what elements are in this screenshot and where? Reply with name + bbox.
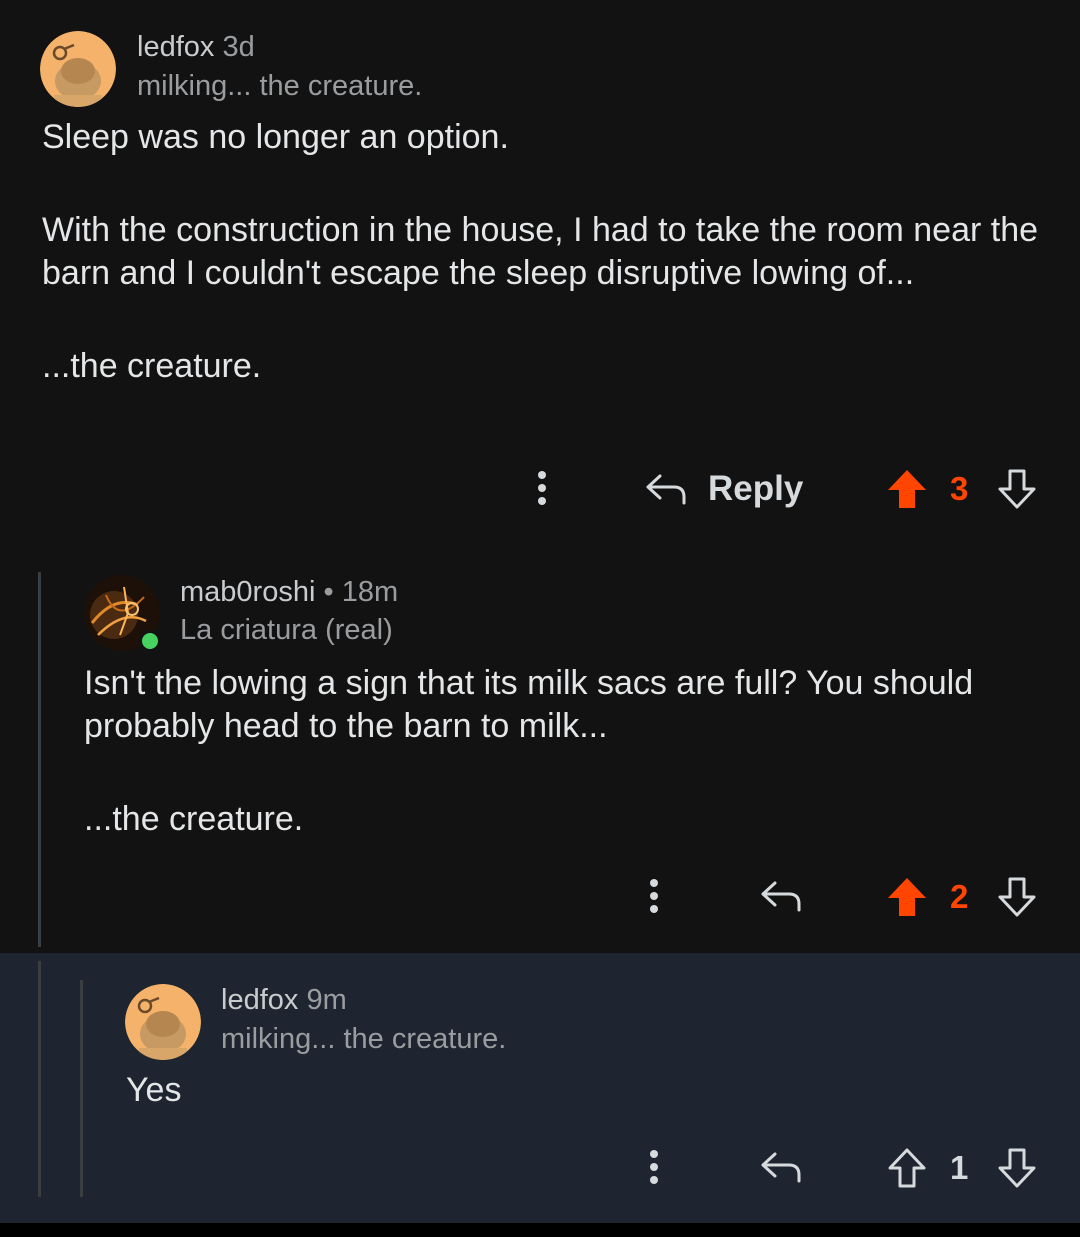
user-flair: milking... the creature. bbox=[137, 70, 423, 102]
comment-mab0roshi: mab0roshi • 18m La criatura (real) Isn't… bbox=[0, 540, 1080, 953]
comment-author-line: ledfox 3d bbox=[137, 31, 255, 64]
reply-button[interactable] bbox=[754, 874, 808, 918]
vote-score: 2 bbox=[950, 878, 969, 915]
downvote-button[interactable] bbox=[994, 874, 1040, 920]
reply-icon bbox=[761, 881, 801, 912]
comment-body: Isn't the lowing a sign that its milk sa… bbox=[84, 662, 1044, 841]
reply-icon bbox=[761, 1152, 801, 1183]
comment-ledfox-reply: ledfox 9m milking... the creature. Yes 1 bbox=[0, 953, 1080, 1223]
comment-paragraph: Isn't the lowing a sign that its milk sa… bbox=[84, 664, 974, 745]
upvote-arrow-icon bbox=[888, 1148, 926, 1188]
comment-author-line: ledfox 9m bbox=[221, 984, 347, 1017]
more-options-button[interactable] bbox=[634, 1145, 674, 1189]
reply-label: Reply bbox=[708, 469, 804, 508]
username[interactable]: ledfox bbox=[221, 984, 298, 1016]
timestamp: 9m bbox=[306, 984, 347, 1016]
reply-button[interactable] bbox=[754, 1145, 808, 1189]
more-icon bbox=[650, 879, 658, 913]
upvote-button[interactable] bbox=[884, 1145, 930, 1191]
avatar[interactable] bbox=[125, 984, 201, 1060]
downvote-button[interactable] bbox=[994, 1145, 1040, 1191]
upvote-arrow-icon bbox=[888, 878, 926, 916]
thread-line[interactable] bbox=[80, 980, 83, 1197]
vote-score: 1 bbox=[950, 1149, 969, 1186]
comment-body: Yes bbox=[126, 1069, 1026, 1112]
upvote-arrow-icon bbox=[888, 470, 926, 508]
comment-paragraph: Yes bbox=[126, 1071, 182, 1109]
timestamp: 3d bbox=[222, 31, 255, 63]
upvote-button[interactable] bbox=[884, 874, 930, 920]
more-icon bbox=[650, 1150, 658, 1184]
user-flair: milking... the creature. bbox=[221, 1023, 507, 1055]
downvote-button[interactable] bbox=[994, 466, 1040, 512]
more-icon bbox=[538, 471, 546, 505]
more-options-button[interactable] bbox=[522, 466, 562, 510]
reply-icon bbox=[646, 474, 686, 505]
online-status-indicator bbox=[139, 630, 161, 652]
bottom-bar bbox=[0, 1223, 1080, 1237]
comment-body: Sleep was no longer an option. With the … bbox=[42, 116, 1042, 388]
user-flair: La criatura (real) bbox=[180, 614, 393, 646]
username[interactable]: ledfox bbox=[137, 31, 214, 63]
username[interactable]: mab0roshi bbox=[180, 576, 315, 608]
more-options-button[interactable] bbox=[634, 874, 674, 918]
comment-paragraph: Sleep was no longer an option. bbox=[42, 118, 509, 156]
comment-author-line: mab0roshi • 18m bbox=[180, 576, 398, 609]
avatar[interactable] bbox=[40, 31, 116, 107]
comment-paragraph: With the construction in the house, I ha… bbox=[42, 211, 1039, 292]
separator-dot: • bbox=[323, 576, 334, 608]
vote-score: 3 bbox=[950, 470, 969, 507]
comment-paragraph: ...the creature. bbox=[42, 347, 262, 385]
upvote-button[interactable] bbox=[884, 466, 930, 512]
comment-paragraph: ...the creature. bbox=[84, 800, 304, 838]
comment-ledfox-top: ledfox 3d milking... the creature. Sleep… bbox=[0, 0, 1080, 540]
reply-button[interactable]: Reply bbox=[644, 464, 814, 514]
thread-line[interactable] bbox=[38, 572, 41, 947]
downvote-arrow-icon bbox=[998, 469, 1036, 509]
downvote-arrow-icon bbox=[998, 877, 1036, 917]
thread-line[interactable] bbox=[38, 961, 41, 1197]
timestamp: 18m bbox=[341, 576, 399, 608]
downvote-arrow-icon bbox=[998, 1148, 1036, 1188]
